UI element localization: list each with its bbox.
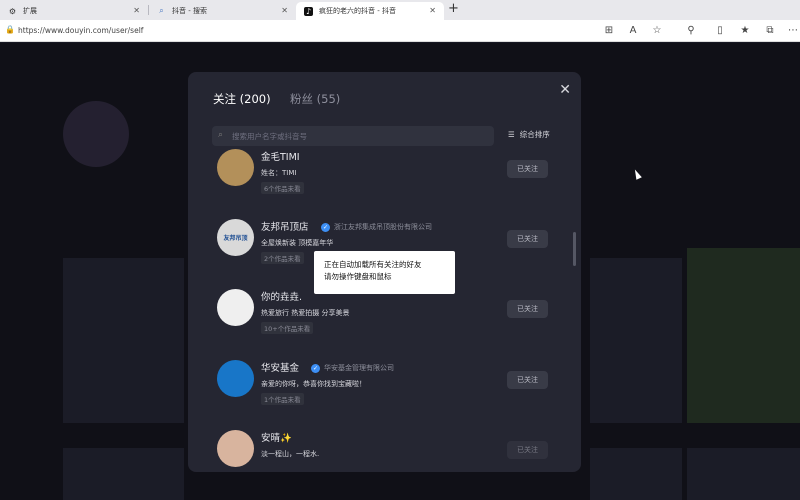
search-placeholder: 搜索用户名字或抖音号 [232, 132, 307, 141]
tab-douyin-search[interactable]: ⌕ 抖音 - 搜索 ✕ [149, 2, 296, 20]
read-aloud-icon[interactable]: A [626, 24, 640, 38]
auto-load-toast: 正在自动加载所有关注的好友 请勿操作键盘和鼠标 [314, 251, 455, 294]
user-row[interactable]: 安晴✨ 淡一程山，一程水. 已关注 [188, 430, 581, 472]
sort-label: 综合排序 [519, 130, 550, 139]
followed-button[interactable]: 已关注 [507, 371, 548, 389]
lock-icon: 🔒 [5, 25, 15, 34]
user-name[interactable]: 金毛TIMI [261, 149, 300, 163]
avatar[interactable] [217, 149, 254, 186]
user-row[interactable]: 华安基金 ✓ 华安基金管理有限公司 亲爱的你呀，恭喜你找到宝藏啦！ 1个作品未看 … [188, 360, 581, 430]
more-icon[interactable]: ⋯ [786, 24, 800, 38]
page-card-bg [687, 248, 800, 423]
verified-company: 浙江友邦集成吊顶股份有限公司 [334, 223, 432, 231]
scrollbar-thumb[interactable] [573, 232, 576, 266]
address-bar-row: 🔒 https://www.douyin.com/user/self ⊞ A ☆… [0, 20, 800, 42]
tab-extensions[interactable]: ⚙ 扩展 ✕ [0, 2, 148, 20]
user-bio: 淡一程山，一程水. [261, 450, 320, 458]
profile-avatar-bg [63, 101, 129, 167]
user-name[interactable]: 华安基金 [261, 360, 299, 374]
page-card-bg [687, 448, 800, 500]
tab-douyin-profile[interactable]: ♪ 疯狂的老六的抖音 - 抖音 ✕ [296, 2, 444, 20]
user-name[interactable]: 你的垚垚. [261, 289, 302, 303]
tab-followers[interactable]: 粉丝 (55) [290, 91, 340, 107]
tab-label: 疯狂的老六的抖音 - 抖音 [319, 7, 396, 15]
avatar[interactable] [217, 289, 254, 326]
user-name[interactable]: 友邦吊顶店 [261, 219, 309, 233]
tab-following[interactable]: 关注 (200) [213, 91, 271, 107]
page-card-bg [590, 258, 682, 423]
user-name[interactable]: 安晴✨ [261, 430, 292, 444]
collections-icon[interactable]: ⧉ [763, 24, 777, 38]
douyin-icon: ♪ [304, 6, 313, 16]
app-available-icon[interactable]: ⊞ [602, 24, 616, 38]
avatar[interactable] [217, 360, 254, 397]
toast-line-1: 正在自动加载所有关注的好友 [324, 260, 422, 269]
followed-button[interactable]: 已关注 [507, 160, 548, 178]
search-icon: ⌕ [218, 130, 224, 140]
close-icon[interactable]: ✕ [281, 6, 288, 15]
search-icon: ⌕ [159, 6, 164, 15]
tab-label: 扩展 [23, 7, 37, 15]
page-card-bg [63, 258, 184, 423]
extensions-icon: ⚙ [8, 6, 17, 16]
sort-button[interactable]: ☰ 综合排序 [508, 129, 550, 140]
favorite-icon[interactable]: ☆ [650, 24, 664, 38]
avatar[interactable]: 友邦吊顶 [217, 219, 254, 256]
new-tab-button[interactable]: + [448, 1, 459, 16]
user-bio: 全屋焕新装 顶模嘉年华 [261, 239, 334, 247]
page-card-bg [63, 448, 184, 500]
search-input[interactable]: ⌕ 搜索用户名字或抖音号 [212, 126, 494, 146]
split-screen-icon[interactable]: ▯ [713, 24, 727, 38]
page-card-bg [590, 448, 682, 500]
followed-button[interactable]: 已关注 [507, 300, 548, 318]
user-row[interactable]: 金毛TIMI 姓名：TIMI 6个作品未看 已关注 [188, 149, 581, 219]
verified-badge: ✓ 浙江友邦集成吊顶股份有限公司 [321, 222, 432, 232]
followed-button[interactable]: 已关注 [507, 230, 548, 248]
verified-badge: ✓ 华安基金管理有限公司 [311, 363, 394, 373]
address-input[interactable]: https://www.douyin.com/user/self [18, 26, 143, 35]
close-icon[interactable]: ✕ [559, 82, 571, 98]
tab-label: 抖音 - 搜索 [172, 7, 207, 15]
user-bio: 亲爱的你呀，恭喜你找到宝藏啦！ [261, 380, 366, 388]
verified-icon: ✓ [311, 363, 320, 373]
user-row[interactable]: 你的垚垚. 热爱旅行 热爱拍摄 分享美景 10+个作品未看 已关注 [188, 289, 581, 359]
followed-button[interactable]: 已关注 [507, 441, 548, 459]
avatar[interactable] [217, 430, 254, 467]
unread-count: 1个作品未看 [261, 393, 304, 405]
close-icon[interactable]: ✕ [133, 6, 140, 15]
user-bio: 热爱旅行 热爱拍摄 分享美景 [261, 309, 350, 317]
verified-company: 华安基金管理有限公司 [324, 364, 394, 372]
unread-count: 10+个作品未看 [261, 322, 314, 334]
unread-count: 2个作品未看 [261, 252, 304, 264]
extensions-puzzle-icon[interactable]: ⚲ [684, 24, 698, 38]
user-bio: 姓名：TIMI [261, 169, 297, 177]
favorites-icon[interactable]: ★ [738, 24, 752, 38]
browser-tab-bar: ⚙ 扩展 ✕ ⌕ 抖音 - 搜索 ✕ ♪ 疯狂的老六的抖音 - 抖音 ✕ + [0, 0, 800, 20]
unread-count: 6个作品未看 [261, 182, 304, 194]
sort-icon: ☰ [508, 130, 515, 139]
avatar-text: 友邦吊顶 [223, 235, 248, 242]
verified-icon: ✓ [321, 222, 330, 232]
close-icon[interactable]: ✕ [429, 6, 436, 15]
toast-line-2: 请勿操作键盘和鼠标 [324, 272, 392, 281]
